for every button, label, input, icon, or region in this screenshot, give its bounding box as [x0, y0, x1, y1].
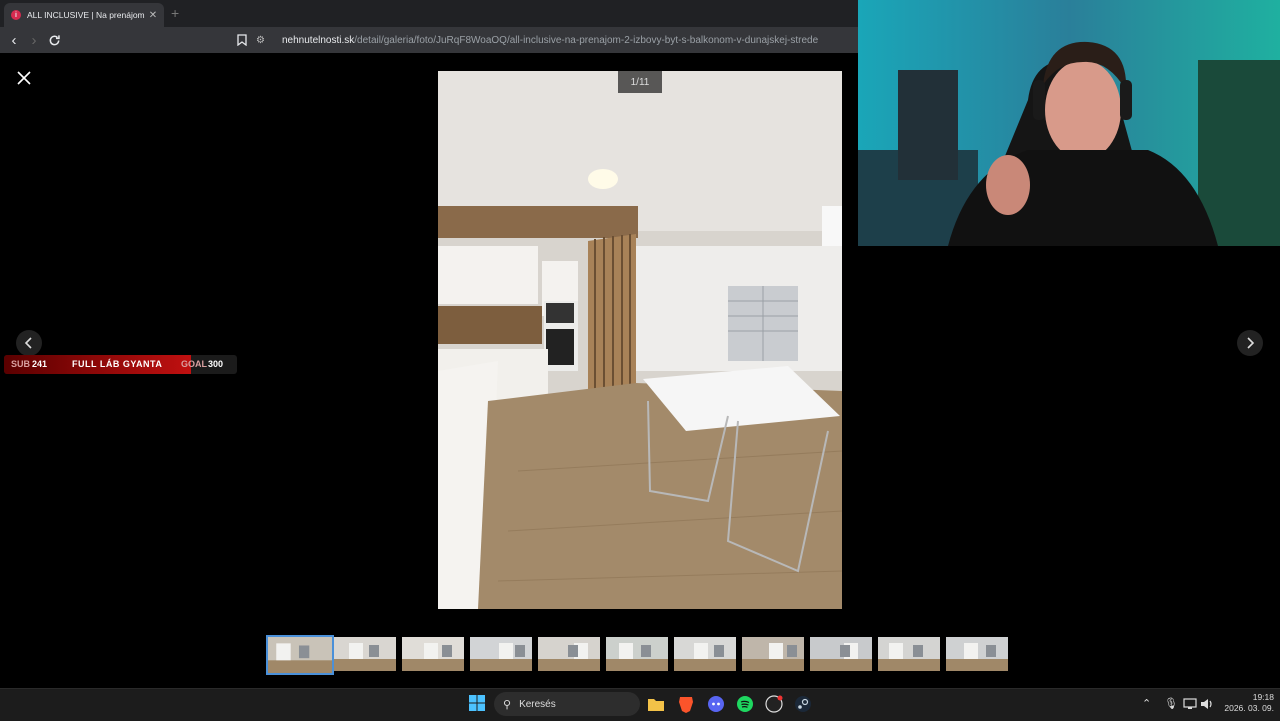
sub-value: 241 [32, 359, 48, 369]
thumbnail-10[interactable] [878, 637, 940, 671]
thumbnail-strip [266, 635, 1014, 675]
network-icon[interactable] [1183, 697, 1197, 715]
search-icon: ⚲ [503, 698, 512, 711]
brave-browser-icon[interactable] [676, 694, 696, 714]
reload-icon[interactable] [45, 31, 63, 49]
forward-icon[interactable]: › [25, 31, 43, 49]
next-photo-button[interactable] [1237, 330, 1263, 356]
goal-title: FULL LÁB GYANTA [72, 359, 163, 369]
obs-icon[interactable] [764, 694, 784, 714]
taskbar [0, 688, 1280, 721]
spotify-icon[interactable] [735, 694, 755, 714]
site-favicon-icon: i [11, 10, 21, 20]
webcam-feed [858, 0, 1280, 246]
thumbnail-8[interactable] [742, 637, 804, 671]
tab-title: ALL INCLUSIVE | Na prenájom 2-izbový byt… [27, 10, 146, 20]
thumbnail-7[interactable] [674, 637, 736, 671]
url-host: nehnutelnosti.sk [282, 34, 355, 46]
thumbnail-3[interactable] [402, 637, 464, 671]
tray-overflow-icon[interactable]: ⌃ [1142, 697, 1151, 710]
new-tab-button[interactable]: + [171, 5, 179, 21]
tab-close-icon[interactable]: ✕ [146, 10, 160, 21]
thumbnail-9[interactable] [810, 637, 872, 671]
site-info-icon[interactable]: ⚙ [256, 35, 270, 46]
file-explorer-icon[interactable] [646, 694, 666, 714]
browser-tab[interactable]: i ALL INCLUSIVE | Na prenájom 2-izbový b… [4, 3, 164, 27]
bookmark-icon[interactable] [233, 31, 251, 49]
taskbar-search-box[interactable]: ⚲ Keresés [494, 692, 640, 716]
thumbnail-11[interactable] [946, 637, 1008, 671]
stream-goal-overlay: SUB 241 FULL LÁB GYANTA GOAL 300 [4, 355, 237, 374]
microphone-icon[interactable]: 🎙 [1164, 697, 1178, 710]
system-clock[interactable]: 19:18 2026. 03. 09. [1212, 692, 1274, 714]
search-placeholder: Keresés [519, 698, 556, 710]
photo-counter: 1/11 [618, 71, 662, 93]
clock-date: 2026. 03. 09. [1224, 703, 1274, 713]
thumbnail-4[interactable] [470, 637, 532, 671]
discord-icon[interactable] [706, 694, 726, 714]
thumbnail-5[interactable] [538, 637, 600, 671]
clock-time: 19:18 [1252, 692, 1274, 702]
close-gallery-icon[interactable] [14, 68, 34, 88]
steam-icon[interactable] [793, 694, 813, 714]
address-bar[interactable]: ⚙ nehnutelnosti.sk/detail/galeria/foto/J… [256, 29, 856, 51]
thumbnail-2[interactable] [334, 637, 396, 671]
thumbnail-1[interactable] [266, 635, 334, 675]
sub-label: SUB [11, 359, 31, 369]
thumbnail-6[interactable] [606, 637, 668, 671]
goal-label: GOAL [181, 359, 207, 369]
start-icon[interactable] [468, 694, 488, 714]
main-photo [438, 71, 842, 609]
previous-photo-button[interactable] [16, 330, 42, 356]
back-icon[interactable]: ‹ [5, 31, 23, 49]
url-path: /detail/galeria/foto/JuRqF8WoaOQ/all-inc… [354, 34, 819, 46]
goal-value: 300 [208, 359, 224, 369]
